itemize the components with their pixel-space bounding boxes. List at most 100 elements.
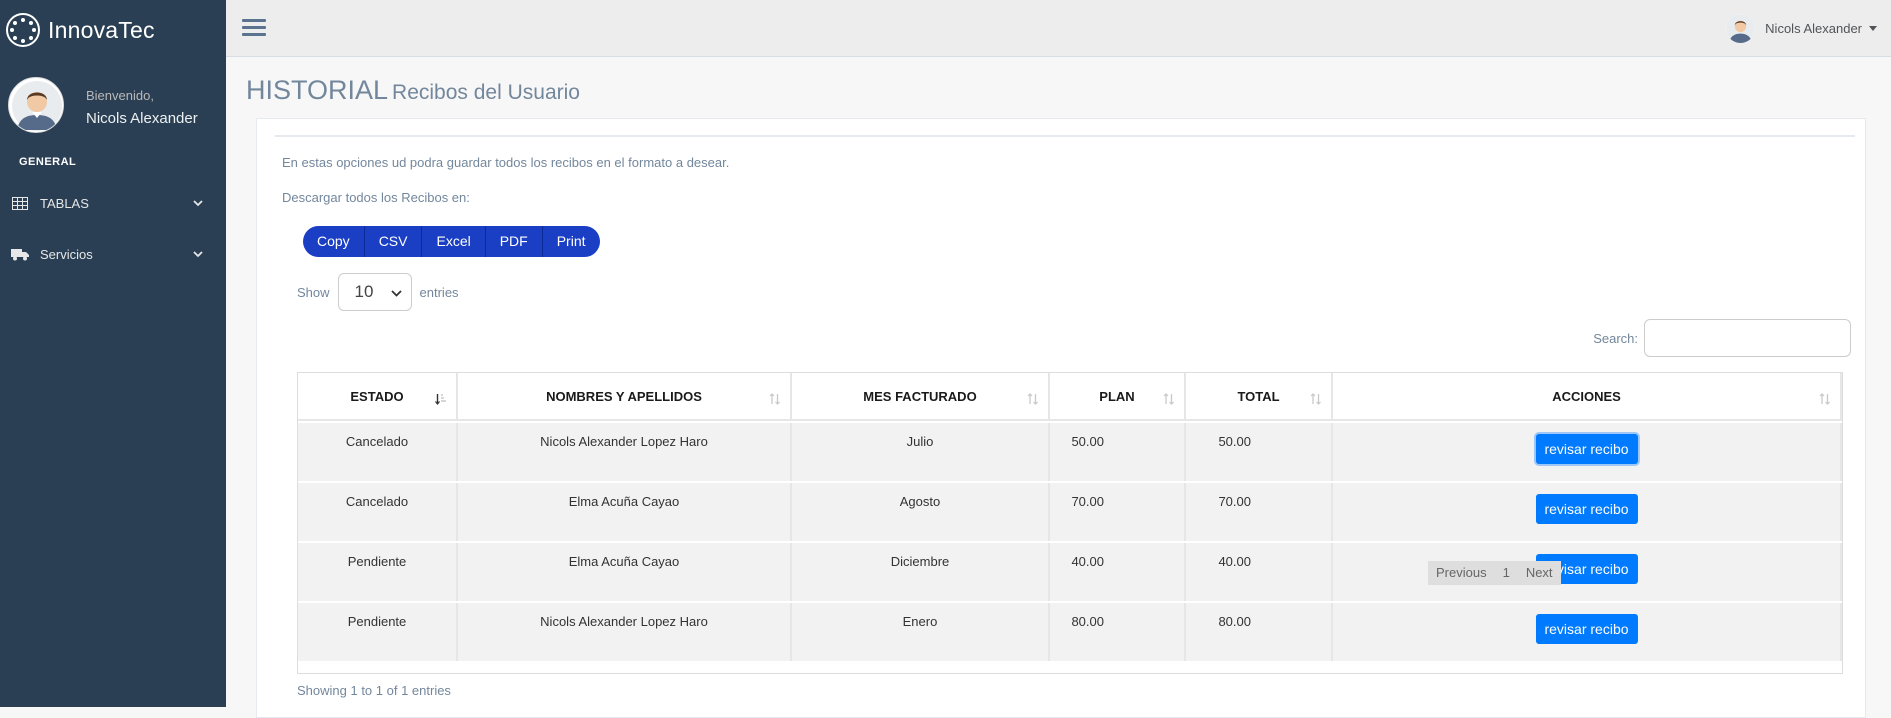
page-title-main: HISTORIAL xyxy=(246,75,389,105)
cell-text: Enero xyxy=(902,613,938,629)
cell-text: Agosto xyxy=(899,493,941,509)
avatar xyxy=(8,77,64,133)
cell-text: 80.00 xyxy=(1071,613,1104,629)
sidebar-item-tablas[interactable]: TABLAS xyxy=(0,183,226,223)
cell-text: 50.00 xyxy=(1218,433,1251,449)
column-header-acciones[interactable]: ACCIONES xyxy=(1333,373,1842,421)
avatar xyxy=(1726,13,1756,43)
column-header-estado[interactable]: ESTADO xyxy=(298,373,458,421)
top-nav: Nicols Alexander xyxy=(226,0,1891,57)
table-cell-estado: Cancelado xyxy=(298,483,458,541)
cell-text: Pendiente xyxy=(347,553,407,569)
sidebar-item-label: TABLAS xyxy=(40,195,89,211)
table-row: Cancelado Nicols Alexander Lopez Haro Juli… xyxy=(298,423,1842,483)
table-cell-acciones: revisar recibo xyxy=(1333,423,1842,481)
table-row: Pendiente Nicols Alexander Lopez Haro Ener… xyxy=(298,603,1842,663)
sort-ascending-icon xyxy=(435,393,447,405)
hamburger-menu-icon[interactable] xyxy=(242,17,266,39)
table-info: Showing 1 to 1 of 1 entries xyxy=(297,683,451,698)
table-cell-nombres-y-apellidos: Elma Acuña Cayao xyxy=(458,483,792,541)
pdf-button[interactable]: PDF xyxy=(485,226,543,257)
sidebar-item-label: Servicios xyxy=(40,246,93,262)
cell-text: 50.00 xyxy=(1071,433,1104,449)
table-cell-mes-facturado: Diciembre xyxy=(792,543,1050,601)
divider xyxy=(275,135,1855,137)
page-subtitle: Recibos del Usuario xyxy=(392,81,580,104)
sidebar: InnovaTec Bienvenido, Nicols Alexander G… xyxy=(0,0,226,707)
cell-text: 40.00 xyxy=(1218,553,1251,569)
column-header-nombres-y-apellidos[interactable]: NOMBRES Y APELLIDOS xyxy=(458,373,792,421)
column-header-label: ACCIONES xyxy=(1552,388,1621,404)
table-cell-acciones: revisar recibo xyxy=(1333,603,1842,661)
column-header-label: MES FACTURADO xyxy=(863,388,977,404)
pagination: Previous 1 Next xyxy=(1428,561,1561,585)
download-label: Descargar todos los Recibos en: xyxy=(282,190,470,205)
table-cell-mes-facturado: Agosto xyxy=(792,483,1050,541)
profile: Bienvenido, Nicols Alexander xyxy=(8,77,218,137)
table-cell-nombres-y-apellidos: Nicols Alexander Lopez Haro xyxy=(458,603,792,661)
entries-label: entries xyxy=(419,284,459,300)
print-button[interactable]: Print xyxy=(542,226,600,257)
column-header-plan[interactable]: PLAN xyxy=(1050,373,1186,421)
table-cell-plan: 40.00 xyxy=(1050,543,1186,601)
caret-down-icon xyxy=(1869,25,1877,31)
chevron-down-icon xyxy=(390,282,402,302)
table-cell-nombres-y-apellidos: Elma Acuña Cayao xyxy=(458,543,792,601)
cell-text: Nicols Alexander Lopez Haro xyxy=(540,433,708,449)
review-receipt-button[interactable]: revisar recibo xyxy=(1535,614,1638,644)
intro-text: En estas opciones ud podra guardar todos… xyxy=(282,155,730,170)
truck-icon xyxy=(11,247,29,261)
csv-button[interactable]: CSV xyxy=(364,226,423,257)
table-cell-nombres-y-apellidos: Nicols Alexander Lopez Haro xyxy=(458,423,792,481)
brand[interactable]: InnovaTec xyxy=(6,10,155,50)
review-receipt-button[interactable]: revisar recibo xyxy=(1535,434,1638,464)
search-label: Search: xyxy=(1593,330,1638,346)
column-header-total[interactable]: TOTAL xyxy=(1186,373,1333,421)
sort-icon xyxy=(1819,393,1831,405)
table-cell-mes-facturado: Julio xyxy=(792,423,1050,481)
table-cell-plan: 50.00 xyxy=(1050,423,1186,481)
table-icon xyxy=(11,196,29,210)
user-menu[interactable]: Nicols Alexander xyxy=(1726,13,1877,43)
search-control: Search: xyxy=(1593,319,1851,357)
chevron-down-icon xyxy=(192,248,204,260)
sort-icon xyxy=(769,393,781,405)
brand-name: InnovaTec xyxy=(48,16,155,43)
menu-section-title: GENERAL xyxy=(19,156,77,168)
column-header-label: TOTAL xyxy=(1237,388,1280,404)
excel-button[interactable]: Excel xyxy=(422,226,486,257)
column-header-mes-facturado[interactable]: MES FACTURADO xyxy=(792,373,1050,421)
content-panel: En estas opciones ud podra guardar todos… xyxy=(256,118,1866,718)
sidebar-item-servicios[interactable]: Servicios xyxy=(0,234,226,274)
table-cell-mes-facturado: Enero xyxy=(792,603,1050,661)
entries-select[interactable]: 10 xyxy=(337,273,412,311)
table-cell-estado: Pendiente xyxy=(298,603,458,661)
next-page-button[interactable]: Next xyxy=(1518,561,1561,585)
table-cell-total: 80.00 xyxy=(1186,603,1333,661)
search-input[interactable] xyxy=(1644,319,1851,357)
column-header-label: PLAN xyxy=(1099,388,1135,404)
table-row: Cancelado Elma Acuña Cayao Agosto 70.00 70.0… xyxy=(298,483,1842,543)
page-number-button[interactable]: 1 xyxy=(1495,561,1518,585)
table-cell-plan: 70.00 xyxy=(1050,483,1186,541)
welcome-text: Bienvenido, xyxy=(86,88,154,103)
table-cell-total: 70.00 xyxy=(1186,483,1333,541)
chevron-down-icon xyxy=(192,197,204,209)
table-cell-estado: Pendiente xyxy=(298,543,458,601)
copy-button[interactable]: Copy xyxy=(303,226,365,257)
show-label: Show xyxy=(297,284,330,300)
review-receipt-button[interactable]: revisar recibo xyxy=(1535,494,1638,524)
column-header-label: NOMBRES Y APELLIDOS xyxy=(546,388,702,404)
table-cell-total: 40.00 xyxy=(1186,543,1333,601)
cell-text: Cancelado xyxy=(345,493,409,509)
cell-text: 80.00 xyxy=(1218,613,1251,629)
table-cell-plan: 80.00 xyxy=(1050,603,1186,661)
entries-length-control: Show 10 entries xyxy=(297,273,459,311)
previous-page-button[interactable]: Previous xyxy=(1428,561,1495,585)
brand-logo-icon xyxy=(6,13,40,47)
entries-select-value: 10 xyxy=(354,282,374,301)
table-cell-acciones: revisar recibo xyxy=(1333,483,1842,541)
user-menu-name: Nicols Alexander xyxy=(1765,20,1862,36)
cell-text: Cancelado xyxy=(345,433,409,449)
export-button-group: Copy CSV Excel PDF Print xyxy=(303,226,600,257)
